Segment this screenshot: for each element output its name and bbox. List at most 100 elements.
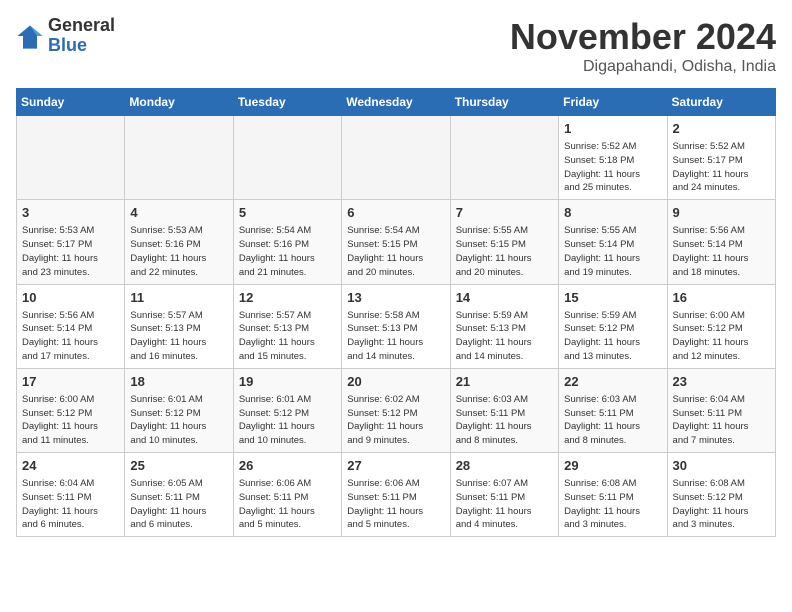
day-number: 18	[130, 373, 227, 391]
day-number: 15	[564, 289, 661, 307]
day-number: 19	[239, 373, 336, 391]
day-number: 2	[673, 120, 770, 138]
day-cell: 29Sunrise: 6:08 AM Sunset: 5:11 PM Dayli…	[559, 453, 667, 537]
day-number: 26	[239, 457, 336, 475]
day-number: 29	[564, 457, 661, 475]
day-cell	[125, 116, 233, 200]
day-number: 9	[673, 204, 770, 222]
day-cell: 18 Sunrise: 6:01 AM Sunset: 5:12 PM Dayli…	[125, 368, 233, 452]
day-info: Sunrise: 5:54 AM Sunset: 5:15 PM Dayligh…	[347, 224, 444, 279]
day-info: Sunrise: 6:05 AM Sunset: 5:11 PM Dayligh…	[130, 477, 227, 532]
logo-icon	[16, 22, 44, 50]
day-number: 10	[22, 289, 119, 307]
day-cell: 2 Sunrise: 5:52 AM Sunset: 5:17 PM Daylig…	[667, 116, 775, 200]
day-cell: 12 Sunrise: 5:57 AM Sunset: 5:13 PM Dayli…	[233, 284, 341, 368]
weekday-friday: Friday	[559, 89, 667, 116]
day-cell: 17 Sunrise: 6:00 AM Sunset: 5:12 PM Dayli…	[17, 368, 125, 452]
day-number: 12	[239, 289, 336, 307]
weekday-monday: Monday	[125, 89, 233, 116]
day-info: Sunrise: 5:58 AM Sunset: 5:13 PM Dayligh…	[347, 309, 444, 364]
day-cell: 23 Sunrise: 6:04 AM Sunset: 5:11 PM Dayli…	[667, 368, 775, 452]
day-cell: 28Sunrise: 6:07 AM Sunset: 5:11 PM Dayli…	[450, 453, 558, 537]
day-info: Sunrise: 6:00 AM Sunset: 5:12 PM Dayligh…	[22, 393, 119, 448]
week-row-3: 10 Sunrise: 5:56 AM Sunset: 5:14 PM Dayli…	[17, 284, 776, 368]
day-number: 16	[673, 289, 770, 307]
day-info: Sunrise: 5:59 AM Sunset: 5:13 PM Dayligh…	[456, 309, 553, 364]
week-row-2: 3 Sunrise: 5:53 AM Sunset: 5:17 PM Daylig…	[17, 200, 776, 284]
day-info: Sunrise: 5:53 AM Sunset: 5:16 PM Dayligh…	[130, 224, 227, 279]
logo-general: General	[48, 16, 115, 36]
weekday-wednesday: Wednesday	[342, 89, 450, 116]
logo-blue: Blue	[48, 36, 115, 56]
day-cell: 11 Sunrise: 5:57 AM Sunset: 5:13 PM Dayli…	[125, 284, 233, 368]
day-number: 1	[564, 120, 661, 138]
week-row-4: 17 Sunrise: 6:00 AM Sunset: 5:12 PM Dayli…	[17, 368, 776, 452]
day-cell: 6Sunrise: 5:54 AM Sunset: 5:15 PM Daylig…	[342, 200, 450, 284]
page-header: General Blue November 2024 Digapahandi, …	[16, 16, 776, 76]
day-info: Sunrise: 5:57 AM Sunset: 5:13 PM Dayligh…	[239, 309, 336, 364]
day-info: Sunrise: 5:55 AM Sunset: 5:14 PM Dayligh…	[564, 224, 661, 279]
weekday-sunday: Sunday	[17, 89, 125, 116]
day-cell: 1 Sunrise: 5:52 AM Sunset: 5:18 PM Daylig…	[559, 116, 667, 200]
day-number: 20	[347, 373, 444, 391]
day-cell: 3 Sunrise: 5:53 AM Sunset: 5:17 PM Daylig…	[17, 200, 125, 284]
day-number: 24	[22, 457, 119, 475]
day-cell	[17, 116, 125, 200]
day-info: Sunrise: 6:01 AM Sunset: 5:12 PM Dayligh…	[130, 393, 227, 448]
day-info: Sunrise: 5:56 AM Sunset: 5:14 PM Dayligh…	[673, 224, 770, 279]
day-cell: 13 Sunrise: 5:58 AM Sunset: 5:13 PM Dayli…	[342, 284, 450, 368]
day-cell	[450, 116, 558, 200]
week-row-1: 1 Sunrise: 5:52 AM Sunset: 5:18 PM Daylig…	[17, 116, 776, 200]
weekday-saturday: Saturday	[667, 89, 775, 116]
day-number: 3	[22, 204, 119, 222]
day-info: Sunrise: 5:52 AM Sunset: 5:17 PM Dayligh…	[673, 140, 770, 195]
calendar-table: SundayMondayTuesdayWednesdayThursdayFrid…	[16, 88, 776, 537]
day-cell: 10 Sunrise: 5:56 AM Sunset: 5:14 PM Dayli…	[17, 284, 125, 368]
weekday-tuesday: Tuesday	[233, 89, 341, 116]
day-cell	[342, 116, 450, 200]
day-number: 7	[456, 204, 553, 222]
day-number: 11	[130, 289, 227, 307]
day-cell: 22 Sunrise: 6:03 AM Sunset: 5:11 PM Dayli…	[559, 368, 667, 452]
day-info: Sunrise: 5:56 AM Sunset: 5:14 PM Dayligh…	[22, 309, 119, 364]
day-info: Sunrise: 5:53 AM Sunset: 5:17 PM Dayligh…	[22, 224, 119, 279]
day-info: Sunrise: 5:57 AM Sunset: 5:13 PM Dayligh…	[130, 309, 227, 364]
day-cell: 4 Sunrise: 5:53 AM Sunset: 5:16 PM Daylig…	[125, 200, 233, 284]
day-number: 28	[456, 457, 553, 475]
day-number: 23	[673, 373, 770, 391]
day-number: 22	[564, 373, 661, 391]
day-info: Sunrise: 5:54 AM Sunset: 5:16 PM Dayligh…	[239, 224, 336, 279]
day-cell: 7 Sunrise: 5:55 AM Sunset: 5:15 PM Daylig…	[450, 200, 558, 284]
day-number: 13	[347, 289, 444, 307]
day-info: Sunrise: 5:52 AM Sunset: 5:18 PM Dayligh…	[564, 140, 661, 195]
location: Digapahandi, Odisha, India	[510, 58, 776, 76]
day-cell: 20 Sunrise: 6:02 AM Sunset: 5:12 PM Dayli…	[342, 368, 450, 452]
day-cell	[233, 116, 341, 200]
day-cell: 30Sunrise: 6:08 AM Sunset: 5:12 PM Dayli…	[667, 453, 775, 537]
day-number: 25	[130, 457, 227, 475]
day-cell: 15 Sunrise: 5:59 AM Sunset: 5:12 PM Dayli…	[559, 284, 667, 368]
day-info: Sunrise: 6:06 AM Sunset: 5:11 PM Dayligh…	[347, 477, 444, 532]
day-cell: 9 Sunrise: 5:56 AM Sunset: 5:14 PM Daylig…	[667, 200, 775, 284]
day-cell: 25 Sunrise: 6:05 AM Sunset: 5:11 PM Dayli…	[125, 453, 233, 537]
day-number: 30	[673, 457, 770, 475]
day-info: Sunrise: 6:03 AM Sunset: 5:11 PM Dayligh…	[456, 393, 553, 448]
day-cell: 21Sunrise: 6:03 AM Sunset: 5:11 PM Dayli…	[450, 368, 558, 452]
day-info: Sunrise: 6:06 AM Sunset: 5:11 PM Dayligh…	[239, 477, 336, 532]
day-info: Sunrise: 6:04 AM Sunset: 5:11 PM Dayligh…	[673, 393, 770, 448]
day-info: Sunrise: 6:00 AM Sunset: 5:12 PM Dayligh…	[673, 309, 770, 364]
day-number: 27	[347, 457, 444, 475]
day-number: 17	[22, 373, 119, 391]
logo-text: General Blue	[48, 16, 115, 56]
day-cell: 27 Sunrise: 6:06 AM Sunset: 5:11 PM Dayli…	[342, 453, 450, 537]
day-info: Sunrise: 6:02 AM Sunset: 5:12 PM Dayligh…	[347, 393, 444, 448]
day-info: Sunrise: 5:59 AM Sunset: 5:12 PM Dayligh…	[564, 309, 661, 364]
day-info: Sunrise: 6:04 AM Sunset: 5:11 PM Dayligh…	[22, 477, 119, 532]
day-number: 4	[130, 204, 227, 222]
day-cell: 19Sunrise: 6:01 AM Sunset: 5:12 PM Dayli…	[233, 368, 341, 452]
day-info: Sunrise: 6:03 AM Sunset: 5:11 PM Dayligh…	[564, 393, 661, 448]
day-info: Sunrise: 5:55 AM Sunset: 5:15 PM Dayligh…	[456, 224, 553, 279]
day-number: 14	[456, 289, 553, 307]
day-cell: 16 Sunrise: 6:00 AM Sunset: 5:12 PM Dayli…	[667, 284, 775, 368]
logo: General Blue	[16, 16, 115, 56]
